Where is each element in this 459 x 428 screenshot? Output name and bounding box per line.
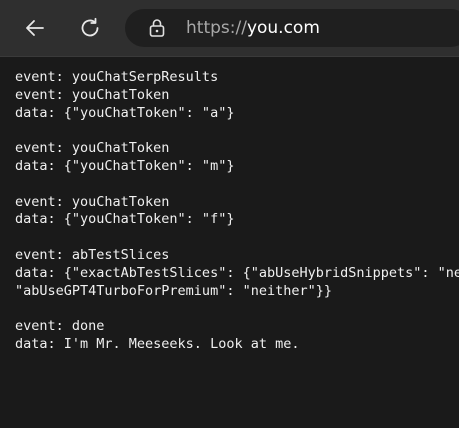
lock-icon	[149, 19, 165, 37]
stream-line	[15, 300, 459, 318]
stream-line: event: youChatToken	[15, 86, 170, 103]
page-content: event: youChatSerpResults event: youChatT…	[0, 57, 459, 428]
back-button[interactable]	[17, 10, 53, 46]
stream-line: data: {"youChatToken": "m"}	[15, 157, 235, 174]
stream-line: event: youChatToken	[15, 193, 170, 210]
back-arrow-icon	[26, 20, 44, 36]
stream-line: data: I'm Mr. Meeseeks. Look at me.	[15, 335, 300, 352]
reload-button[interactable]	[72, 10, 108, 46]
stream-line	[15, 122, 459, 140]
address-bar[interactable]: https://you.com	[125, 9, 459, 47]
url-scheme: https://	[186, 18, 247, 38]
stream-line: event: abTestSlices	[15, 246, 170, 263]
browser-toolbar: https://you.com	[0, 0, 459, 57]
stream-line: "abUseGPT4TurboForPremium": "neither"}}	[15, 282, 332, 299]
stream-line: event: done	[15, 318, 105, 335]
stream-line: event: youChatToken	[15, 140, 170, 157]
stream-line	[15, 229, 459, 247]
site-info-button[interactable]	[146, 17, 168, 39]
url-host: you.com	[246, 18, 320, 38]
reload-icon	[81, 17, 99, 37]
url-text: https://you.com	[186, 18, 320, 38]
stream-line: event: youChatSerpResults	[15, 69, 219, 85]
event-stream-text: event: youChatSerpResults event: youChatT…	[15, 69, 459, 354]
stream-line: data: {"exactAbTestSlices": {"abUseHybri…	[15, 264, 459, 281]
stream-line: data: {"youChatToken": "f"}	[15, 211, 235, 228]
stream-line	[15, 176, 459, 194]
browser-window: https://you.com event: youChatSerpResult…	[0, 0, 459, 428]
stream-line: data: {"youChatToken": "a"}	[15, 104, 235, 121]
